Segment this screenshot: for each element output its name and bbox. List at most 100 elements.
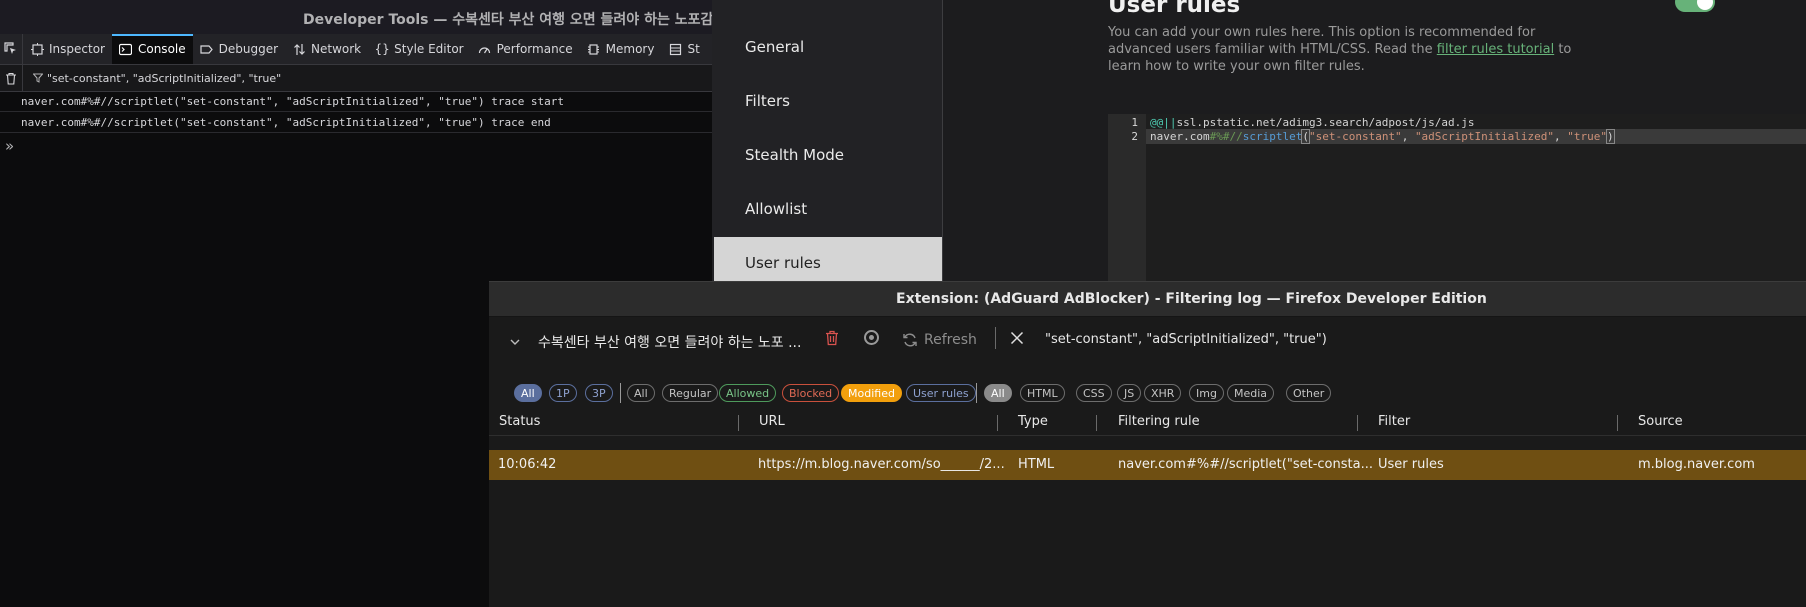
log-table-header: Status URL Type Filtering rule Filter So… bbox=[489, 409, 1806, 436]
log-search-input[interactable]: "set-constant", "adScriptInitialized", "… bbox=[1045, 332, 1327, 347]
chip-1p[interactable]: 1P bbox=[549, 384, 577, 402]
cell-filter: User rules bbox=[1378, 457, 1444, 472]
sidebar-item-general[interactable]: General bbox=[745, 38, 804, 56]
column-header-filter[interactable]: Filter bbox=[1378, 414, 1410, 429]
network-icon bbox=[292, 42, 306, 56]
tab-selector[interactable]: 수복센타 부산 여행 오면 들려야 하는 노포 ... bbox=[538, 332, 801, 352]
tab-debugger[interactable]: Debugger bbox=[193, 34, 285, 64]
adguard-settings-page: General Filters Stealth Mode Allowlist U… bbox=[712, 0, 1806, 283]
column-divider[interactable] bbox=[1617, 415, 1618, 431]
code-token: , bbox=[1554, 130, 1568, 143]
chip-other[interactable]: Other bbox=[1286, 384, 1332, 402]
console-prompt-icon[interactable]: » bbox=[5, 137, 14, 155]
tab-label: Performance bbox=[496, 42, 573, 56]
column-header-type[interactable]: Type bbox=[1018, 414, 1048, 429]
chip-css[interactable]: CSS bbox=[1076, 384, 1112, 402]
storage-icon bbox=[668, 42, 682, 56]
refresh-button[interactable]: Refresh bbox=[902, 332, 977, 348]
code-token: "adScriptInitialized" bbox=[1414, 130, 1555, 143]
column-divider[interactable] bbox=[738, 415, 739, 431]
clear-log-trash-icon[interactable] bbox=[825, 330, 839, 350]
filter-rules-tutorial-link[interactable]: filter rules tutorial bbox=[1437, 42, 1554, 57]
chip-modified[interactable]: Modified bbox=[841, 384, 902, 402]
column-header-source[interactable]: Source bbox=[1638, 414, 1683, 429]
tab-inspector[interactable]: Inspector bbox=[23, 34, 112, 64]
memory-icon bbox=[587, 42, 601, 56]
chip-js[interactable]: JS bbox=[1117, 384, 1142, 402]
code-token: , bbox=[1401, 130, 1415, 143]
filtering-log-window-title: Extension: (AdGuard AdBlocker) - Filteri… bbox=[896, 291, 1487, 307]
tab-label: Console bbox=[137, 42, 186, 56]
chip-user-rules[interactable]: User rules bbox=[906, 384, 976, 402]
chip-divider bbox=[620, 383, 621, 403]
filter-funnel-icon bbox=[33, 73, 43, 83]
column-divider[interactable] bbox=[997, 415, 998, 431]
column-divider[interactable] bbox=[1096, 415, 1097, 431]
debugger-icon bbox=[200, 42, 214, 56]
console-log-line: naver.com#%#//scriptlet("set-constant", … bbox=[0, 113, 712, 133]
sidebar-item-allowlist[interactable]: Allowlist bbox=[745, 200, 807, 218]
chip-img[interactable]: Img bbox=[1189, 384, 1224, 402]
column-divider[interactable] bbox=[1357, 415, 1358, 431]
filtering-log-window: Extension: (AdGuard AdBlocker) - Filteri… bbox=[489, 281, 1806, 607]
refresh-label: Refresh bbox=[924, 332, 977, 348]
chip-xhr[interactable]: XHR bbox=[1144, 384, 1182, 402]
clear-console-trash-icon[interactable] bbox=[0, 65, 23, 91]
close-icon[interactable] bbox=[1010, 330, 1024, 349]
chevron-down-icon[interactable] bbox=[509, 335, 521, 349]
chip-type-all[interactable]: All bbox=[984, 384, 1012, 402]
chip-blocked[interactable]: Blocked bbox=[782, 384, 840, 402]
chip-regular[interactable]: Regular bbox=[662, 384, 719, 402]
chip-party-all[interactable]: All bbox=[514, 384, 542, 402]
console-filter-input[interactable]: "set-constant", "adScriptInitialized", "… bbox=[47, 72, 281, 85]
devtools-titlebar: Developer Tools — 수복센타 부산 여행 오면 들려야 하는 노… bbox=[0, 0, 712, 34]
chip-allowed[interactable]: Allowed bbox=[719, 384, 777, 402]
code-token: ( bbox=[1301, 129, 1310, 144]
code-token: "set-constant" bbox=[1308, 130, 1402, 143]
line-number: 1 bbox=[1131, 116, 1138, 129]
sidebar-item-filters[interactable]: Filters bbox=[745, 92, 790, 110]
tab-style-editor[interactable]: {} Style Editor bbox=[368, 34, 470, 64]
code-token: "true" bbox=[1567, 130, 1608, 143]
chip-status-all[interactable]: All bbox=[627, 384, 655, 402]
inspector-icon bbox=[30, 42, 44, 56]
cell-type: HTML bbox=[1018, 457, 1055, 472]
code-token: ssl.pstatic.net/adimg3.search/adpost/js/… bbox=[1176, 116, 1475, 129]
filtering-log-titlebar: Extension: (AdGuard AdBlocker) - Filteri… bbox=[489, 281, 1806, 317]
sidebar-item-user-rules[interactable]: User rules bbox=[745, 254, 821, 272]
chip-3p[interactable]: 3P bbox=[585, 384, 613, 402]
table-row[interactable]: 10:06:42 https://m.blog.naver.com/so____… bbox=[489, 450, 1806, 480]
editor-line-2[interactable]: naver.com#%#//scriptlet("set-constant", … bbox=[1150, 129, 1615, 144]
column-header-status[interactable]: Status bbox=[499, 414, 540, 429]
user-rules-editor[interactable]: 1 2 @@||ssl.pstatic.net/adimg3.search/ad… bbox=[1108, 114, 1806, 282]
record-icon[interactable] bbox=[864, 330, 879, 345]
column-header-url[interactable]: URL bbox=[759, 414, 785, 429]
devtools-window-title: Developer Tools — 수복센타 부산 여행 오면 들려야 하는 노… bbox=[303, 12, 712, 28]
code-token: #%#// bbox=[1209, 130, 1243, 143]
chip-media[interactable]: Media bbox=[1227, 384, 1275, 402]
tab-storage[interactable]: St bbox=[661, 34, 706, 64]
code-token: naver.com bbox=[1150, 130, 1210, 143]
column-header-filtering-rule[interactable]: Filtering rule bbox=[1118, 414, 1200, 429]
tab-label: Memory bbox=[605, 42, 655, 56]
style-editor-icon: {} bbox=[374, 42, 390, 56]
editor-gutter: 1 2 bbox=[1108, 114, 1146, 282]
editor-line-1[interactable]: @@||ssl.pstatic.net/adimg3.search/adpost… bbox=[1150, 115, 1475, 130]
tab-console[interactable]: Console bbox=[111, 34, 193, 64]
chip-html[interactable]: HTML bbox=[1020, 384, 1065, 402]
refresh-icon bbox=[903, 333, 917, 347]
performance-icon bbox=[478, 42, 492, 56]
tab-label: Debugger bbox=[218, 42, 279, 56]
tab-label: St bbox=[687, 42, 700, 56]
cell-status: 10:06:42 bbox=[498, 457, 557, 472]
element-picker-icon[interactable] bbox=[0, 34, 23, 64]
chip-divider bbox=[976, 383, 977, 403]
tab-memory[interactable]: Memory bbox=[580, 34, 662, 64]
sidebar-item-stealth-mode[interactable]: Stealth Mode bbox=[745, 146, 844, 164]
tab-network[interactable]: Network bbox=[285, 34, 368, 64]
tab-performance[interactable]: Performance bbox=[471, 34, 580, 64]
cell-source: m.blog.naver.com bbox=[1638, 457, 1755, 472]
user-rules-toggle[interactable] bbox=[1675, 0, 1715, 12]
code-token: @@|| bbox=[1150, 116, 1177, 129]
tab-label: Style Editor bbox=[394, 42, 464, 56]
